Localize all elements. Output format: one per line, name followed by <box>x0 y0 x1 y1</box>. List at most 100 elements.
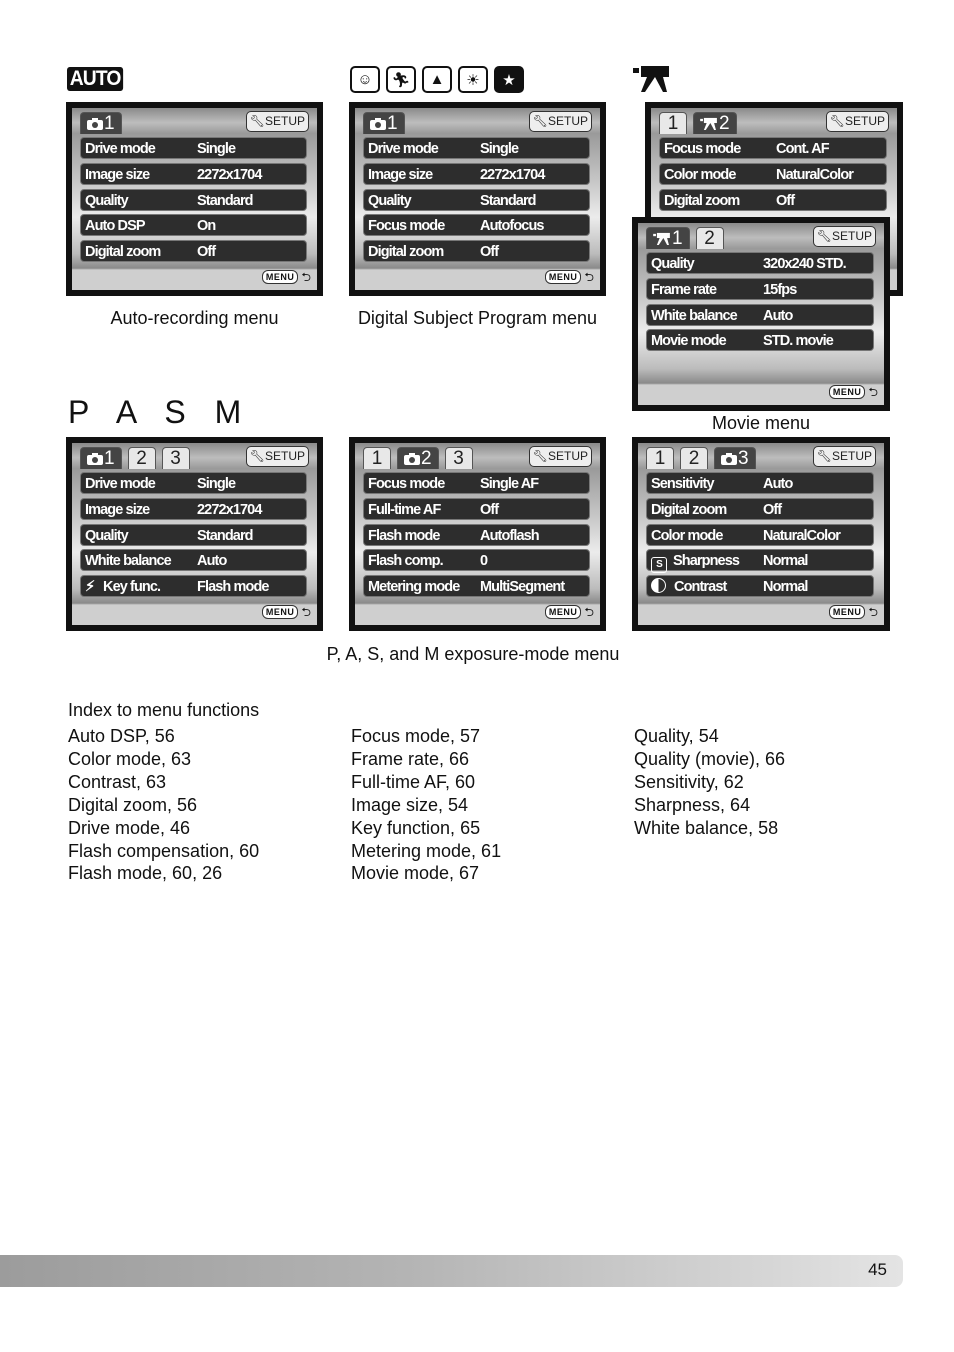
setup-tab[interactable]: 🔧︎SETUP <box>812 226 876 247</box>
menu-row[interactable]: Metering mode MultiSegment <box>363 575 590 598</box>
tab-1[interactable]: 1 <box>80 447 122 469</box>
movie-menu-tab1-screen: 1 2 🔧︎SETUP Quality 320x240 STD. Frame rate 15… <box>632 217 890 411</box>
tab-2[interactable]: 2 <box>680 447 708 469</box>
menu-row-label-text: Flash comp. <box>368 553 444 570</box>
setup-tab[interactable]: 🔧︎SETUP <box>812 446 876 467</box>
menu-row[interactable]: Quality 320x240 STD. <box>646 252 874 274</box>
tab-label: 2 <box>688 448 700 469</box>
page-number: 45 <box>868 1260 887 1279</box>
tab-2[interactable]: 2 <box>127 447 156 469</box>
menu-row-label: Focus mode <box>660 138 776 158</box>
menu-row[interactable]: Drive mode Single <box>80 472 307 494</box>
menu-row[interactable]: Quality Standard <box>363 188 590 211</box>
menu-row[interactable]: Movie mode STD. movie <box>646 329 874 352</box>
menu-return-button[interactable]: MENU ⮌ <box>828 385 878 399</box>
menu-row-label-text: Quality <box>85 527 129 544</box>
menu-row[interactable]: Digital zoom Off <box>646 497 874 520</box>
menu-row[interactable]: Contrast Normal <box>646 575 874 598</box>
tab-2[interactable]: 2 <box>693 112 737 134</box>
menu-row[interactable]: Focus mode Single AF <box>363 472 590 494</box>
tab-1[interactable]: 1 <box>646 447 674 469</box>
tab-bar: 12 <box>646 227 724 249</box>
return-icon: ⮌ <box>301 270 311 284</box>
lcd-panel: 1 2 3 🔧︎SETUP Drive mode Single Image size 2272… <box>72 443 317 625</box>
index-entry: Contrast, 63 <box>68 771 167 792</box>
menu-return-button[interactable]: MENU ⮌ <box>261 605 311 619</box>
menu-row[interactable]: White balance Auto <box>80 549 307 572</box>
menu-row[interactable]: Quality Standard <box>80 188 307 211</box>
menu-row-value: Single <box>197 476 236 492</box>
menu-row[interactable]: Focus mode Autofocus <box>363 214 590 237</box>
menu-row[interactable]: Flash mode Autoflash <box>363 523 590 546</box>
setup-tab[interactable]: 🔧︎SETUP <box>245 111 309 132</box>
menu-row[interactable]: Color mode NaturalColor <box>646 523 874 546</box>
tab-1[interactable]: 1 <box>80 112 122 134</box>
tab-2[interactable]: 2 <box>695 227 724 249</box>
menu-row-label-text: Quality <box>651 256 695 272</box>
menu-row[interactable]: Auto DSP On <box>80 214 307 237</box>
tab-1[interactable]: 1 <box>646 227 690 249</box>
scene-icons: ☺ 🏃︎ ▲ ☀ ★ <box>350 66 524 93</box>
menu-row[interactable]: S Sharpness Normal <box>646 549 874 574</box>
menu-row-label: Color mode <box>647 525 763 545</box>
menu-row-label: Frame rate <box>647 279 763 299</box>
tab-3[interactable]: 3 <box>714 447 756 469</box>
camera-icon <box>721 448 738 469</box>
tab-1[interactable]: 1 <box>659 112 687 134</box>
caption-movie-menu: Movie menu <box>711 413 811 433</box>
menu-row-label: White balance <box>81 550 197 570</box>
tab-2[interactable]: 2 <box>397 447 439 469</box>
menu-return-button[interactable]: MENU ⮌ <box>261 270 311 284</box>
menu-return-button[interactable]: MENU ⮌ <box>828 605 878 619</box>
menu-row[interactable]: Frame rate 15fps <box>646 277 874 300</box>
menu-row[interactable]: Full-time AF Off <box>363 497 590 520</box>
menu-row[interactable]: Flash comp. 0 <box>363 549 590 572</box>
setup-tab[interactable]: 🔧︎SETUP <box>528 446 592 467</box>
menu-row-label: ⚡︎ Key func. <box>81 576 197 596</box>
setup-label: SETUP <box>831 229 872 243</box>
menu-row[interactable]: Drive mode Single <box>363 137 590 159</box>
menu-row[interactable]: Image size 2272x1704 <box>80 162 307 185</box>
setup-tab[interactable]: 🔧︎SETUP <box>825 111 889 132</box>
menu-row-label: Color mode <box>660 164 776 184</box>
menu-row[interactable]: Sensitivity Auto <box>646 472 874 494</box>
tab-label: 1 <box>387 113 398 134</box>
menu-row[interactable]: Digital zoom Off <box>363 240 590 263</box>
menu-row[interactable]: White balance Auto <box>646 303 874 326</box>
menu-row[interactable]: Digital zoom Off <box>659 188 887 211</box>
lcd-panel: 1 2 🔧︎SETUP Quality 320x240 STD. Frame rate 15… <box>638 223 884 405</box>
tab-label: 1 <box>371 448 383 469</box>
menu-row[interactable]: ⚡︎ Key func. Flash mode <box>80 575 307 598</box>
menu-return-button[interactable]: MENU ⮌ <box>544 605 594 619</box>
setup-label: SETUP <box>844 114 885 128</box>
menu-return-button[interactable]: MENU ⮌ <box>544 270 594 284</box>
tab-1[interactable]: 1 <box>363 112 405 134</box>
tab-bar: 1 23 <box>363 447 473 469</box>
tab-1[interactable]: 1 <box>363 447 391 469</box>
tab-3[interactable]: 3 <box>444 447 473 469</box>
menu-row-label-text: Digital zoom <box>664 192 740 209</box>
menu-row[interactable]: Digital zoom Off <box>80 240 307 263</box>
tab-3[interactable]: 3 <box>161 447 190 469</box>
setup-tab[interactable]: 🔧︎SETUP <box>528 111 592 132</box>
lcd-panel: 1 🔧︎SETUP Drive mode Single Image size 2272x1… <box>355 108 600 290</box>
menu-row[interactable]: Image size 2272x1704 <box>363 162 590 185</box>
index-entry: Flash compensation, 60 <box>68 840 260 861</box>
menu-row-label-text: Flash mode <box>368 527 440 544</box>
menu-row[interactable]: Drive mode Single <box>80 137 307 159</box>
menu-row-label: White balance <box>647 305 763 325</box>
wrench-icon: 🔧︎ <box>816 229 832 243</box>
index-entry: Key function, 65 <box>351 817 481 838</box>
menu-row[interactable]: Color mode NaturalColor <box>659 162 887 185</box>
index-entry: Color mode, 63 <box>68 748 192 769</box>
menu-rows: Focus mode Cont. AF Color mode NaturalColor… <box>659 137 887 214</box>
tab-label: 2 <box>719 113 730 134</box>
wrench-icon: 🔧︎ <box>816 449 832 463</box>
tab-bar: 12 <box>659 112 737 134</box>
menu-row[interactable]: Image size 2272x1704 <box>80 497 307 520</box>
menu-row[interactable]: Focus mode Cont. AF <box>659 137 887 159</box>
menu-row[interactable]: Quality Standard <box>80 523 307 546</box>
index-column-2: Focus mode, 57 Frame rate, 66 Full-time AF… <box>351 725 501 885</box>
menu-row-label-text: White balance <box>651 307 738 324</box>
setup-tab[interactable]: 🔧︎SETUP <box>245 446 309 467</box>
